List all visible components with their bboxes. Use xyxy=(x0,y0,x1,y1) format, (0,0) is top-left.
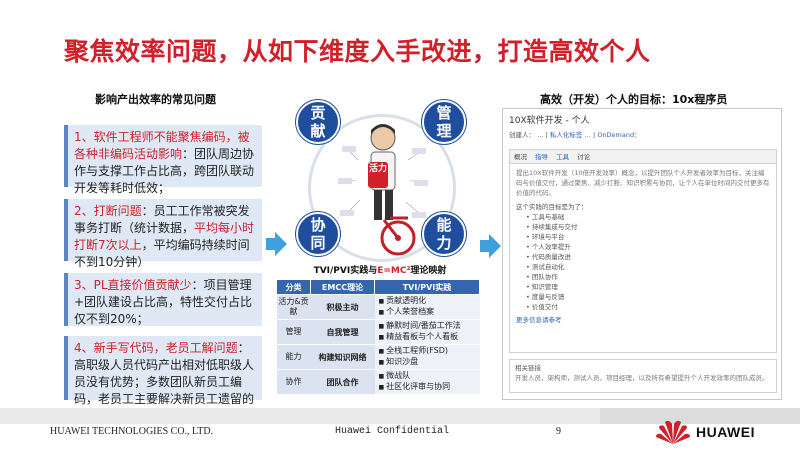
column-header: EMCC理论 xyxy=(310,279,375,295)
list-item: 工具与基础 xyxy=(516,212,770,222)
practice-cell: 静默时间/番茄工作法精益看板与个人看板 xyxy=(374,319,480,345)
table-header-row: 分类 EMCC理论 TVI/PVI实践 xyxy=(276,279,480,295)
wiki-more-link[interactable]: 更多信息请参考 xyxy=(516,315,770,325)
wiki-footer-text: 开发人员，架构师，测试人员，项目经理，以及所有希望提升个人开发效率的团队成员。 xyxy=(515,374,769,382)
table-row: 管理 自我管理 静默时间/番茄工作法精益看板与个人看板 xyxy=(276,319,480,345)
category-cell: 管理 xyxy=(276,319,311,345)
practice-cell: 贡献透明化个人荣誉档案 xyxy=(374,294,480,320)
table-row: 活力&贡献 积极主动 贡献透明化个人荣誉档案 xyxy=(276,294,480,320)
problem-2-highlight: 2、打断问题 xyxy=(74,204,142,218)
contribution-circle: 贡献 xyxy=(296,100,340,144)
wiki-meta-link[interactable]: … xyxy=(537,131,544,139)
list-item: 度量与反馈 xyxy=(516,292,770,302)
goal-heading: 高效（开发）个人的目标：10x程序员 xyxy=(540,93,728,106)
table-row: 能力 构建知识网络 全栈工程师(FSD)知识沙盘 xyxy=(276,344,480,370)
theory-cell: 团队合作 xyxy=(310,369,375,395)
wiki-tabs: 概况 指导 工具 讨论 xyxy=(510,150,776,164)
huawei-logo-icon xyxy=(656,420,690,444)
table-title: TVI/PVI实践与E=MC²理论映射 xyxy=(313,266,447,276)
category-cell: 能力 xyxy=(276,344,311,370)
capability-circle: 能力 xyxy=(422,212,466,256)
list-item: 团队协作 xyxy=(516,272,770,282)
tab-guide[interactable]: 指导 xyxy=(535,153,548,161)
tab-tools[interactable]: 工具 xyxy=(556,153,569,161)
tab-discussion[interactable]: 讨论 xyxy=(577,153,590,161)
wiki-footer-panel: 相关链接 开发人员，架构师，测试人员，项目经理，以及所有希望提升个人开发效率的团… xyxy=(509,359,777,393)
wiki-meta-link[interactable]: … xyxy=(584,131,591,139)
list-item: 价值交付 xyxy=(516,302,770,312)
wiki-meta: 创建人： … | 私人化标签 … | OnDemand： xyxy=(509,131,641,139)
problem-card-4: 4、新手写代码，老员工解问题：高职级人员代码产出相对低职级人员没有优势；多数团队… xyxy=(64,336,262,423)
problems-heading: 影响产出效率的常见问题 xyxy=(95,93,216,106)
problem-card-2: 2、打断问题：员工工作常被突发事务打断（统计数据，平均每小时打断7次以上，平均编… xyxy=(64,199,262,269)
wiki-intro: 提出10X软件开发（10倍开发效率）概念，以提升团队个人开发者效率为目标，关注编… xyxy=(516,169,770,197)
wiki-meta-link[interactable]: OnDemand： xyxy=(597,131,640,139)
tab-overview[interactable]: 概况 xyxy=(514,153,527,161)
problem-card-1: 1、软件工程师不能聚焦编码，被各种非编码活动影响：团队周边协作与支撑工作占比高，… xyxy=(64,125,262,195)
theory-practice-table: 分类 EMCC理论 TVI/PVI实践 活力&贡献 积极主动 贡献透明化个人荣誉… xyxy=(276,279,480,395)
wiki-body: 提出10X软件开发（10倍开发效率）概念，以提升团队个人开发者效率为目标，关注编… xyxy=(510,164,776,329)
management-circle: 管理 xyxy=(422,100,466,144)
footer-confidential: Huawei Confidential xyxy=(335,426,450,437)
column-header: TVI/PVI实践 xyxy=(374,279,480,295)
problem-card-3: 3、PL直接价值贡献少：项目管理+团队建设占比高，特性交付占比仅不到20%； xyxy=(64,273,262,326)
list-item: 测试自动化 xyxy=(516,262,770,272)
wiki-list-heading: 这个实践的目标是为了： xyxy=(516,203,588,211)
practice-cell: 全栈工程师(FSD)知识沙盘 xyxy=(374,344,480,370)
theory-cell: 构建知识网络 xyxy=(310,344,375,370)
wiki-footer-heading: 相关链接 xyxy=(515,364,541,372)
footer-company: HUAWEI TECHNOLOGIES CO., LTD. xyxy=(50,426,214,437)
wiki-content-panel: 概况 指导 工具 讨论 提出10X软件开发（10倍开发效率）概念，以提升团队个人… xyxy=(509,149,777,353)
practice-cell: 微战队社区化评审与协同 xyxy=(374,369,480,395)
brand-wordmark: HUAWEI xyxy=(696,424,755,440)
wiki-title: 10X软件开发 - 个人 xyxy=(509,116,590,126)
page-title: 聚焦效率问题，从如下维度入手改进，打造高效个人 xyxy=(64,37,651,66)
problem-4-highlight: 4、新手写代码，老员工解问题 xyxy=(74,341,238,355)
theory-cell: 自我管理 xyxy=(310,319,375,345)
list-item: 环境与平台 xyxy=(516,232,770,242)
collaboration-circle: 协同 xyxy=(296,212,340,256)
list-item: 持续集成与交付 xyxy=(516,222,770,232)
efficiency-wheel: 活力 贡献 管理 协同 能力 xyxy=(290,100,474,270)
wiki-meta-link[interactable]: 私人化标签 xyxy=(550,131,583,139)
category-cell: 活力&贡献 xyxy=(276,294,311,320)
page-number: 9 xyxy=(556,426,561,437)
list-item: 知识管理 xyxy=(516,282,770,292)
wiki-page-screenshot: 10X软件开发 - 个人 创建人： … | 私人化标签 … | OnDemand… xyxy=(502,108,782,400)
problem-3-highlight: 3、PL直接价值贡献少 xyxy=(74,278,192,292)
footer-shape xyxy=(600,408,800,424)
table-row: 协作 团队合作 微战队社区化评审与协同 xyxy=(276,369,480,395)
list-item: 个人效率提升 xyxy=(516,242,770,252)
column-header: 分类 xyxy=(276,279,311,295)
cyclist-figure-icon xyxy=(338,124,428,256)
vitality-badge: 活力 xyxy=(368,162,388,188)
list-item: 代码质量改进 xyxy=(516,252,770,262)
category-cell: 协作 xyxy=(276,369,311,395)
theory-cell: 积极主动 xyxy=(310,294,375,320)
